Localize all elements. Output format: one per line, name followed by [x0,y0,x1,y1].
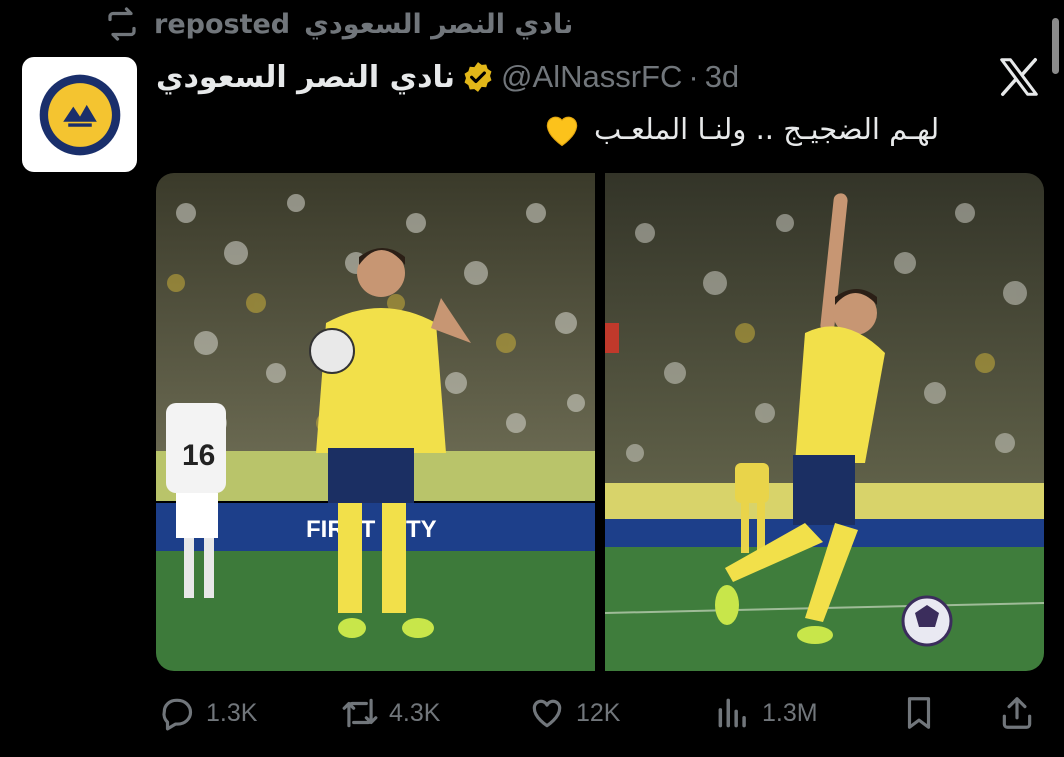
tweet-body: لهـم الضجيـج .. ولنـا الملعـب [594,112,940,146]
reply-count: 1.3K [206,698,258,727]
tweet-text: لهـم الضجيـج .. ولنـا الملعـب [540,104,1044,154]
author-handle[interactable]: @AlNassrFC [501,59,682,95]
like-button[interactable]: 12K [528,690,620,736]
repost-label: reposted [154,8,291,40]
tweet-header: نادي النصر السعودي @AlNassrFC · 3d [156,54,739,100]
author-name[interactable]: نادي النصر السعودي [156,60,455,95]
reply-icon [162,698,193,731]
repost-icon [108,7,136,41]
verified-badge-icon [464,62,492,92]
player-celebration-image: FIRST CITY 16 [156,173,595,671]
opponent-number: 16 [182,439,215,472]
avatar[interactable] [22,57,137,172]
bookmark-button[interactable] [900,690,938,736]
like-count: 12K [576,698,621,727]
repost-action-icon [342,698,378,728]
al-nassr-logo-icon [39,74,120,155]
photo-right[interactable] [605,173,1044,671]
yellow-heart-emoji-icon [546,116,578,147]
repost-button[interactable]: 4.3K [341,690,440,736]
share-button[interactable] [998,690,1036,736]
x-logo-icon[interactable] [996,54,1042,100]
repost-by-name[interactable]: نادي النصر السعودي [304,9,573,40]
ad-board-text: FIRST CITY [306,516,437,543]
heart-icon [532,699,562,728]
action-bar: 1.3K 4.3K 12K 1.3M [156,690,1044,736]
photo-left[interactable]: FIRST CITY 16 [156,173,595,671]
scrollbar-thumb[interactable] [1052,18,1059,74]
meta-separator: · [688,59,699,94]
bookmark-icon [907,697,931,729]
views-count: 1.3M [762,698,818,727]
repost-indicator: reposted نادي النصر السعودي [104,6,573,42]
reply-button[interactable]: 1.3K [158,690,257,736]
player-pointing-image [605,173,1044,671]
repost-count: 4.3K [389,698,441,727]
views-button[interactable]: 1.3M [714,690,818,736]
share-icon [1002,697,1032,729]
media-grid: FIRST CITY 16 [156,173,1044,671]
views-chart-icon [718,698,746,728]
post-time[interactable]: 3d [705,59,739,95]
